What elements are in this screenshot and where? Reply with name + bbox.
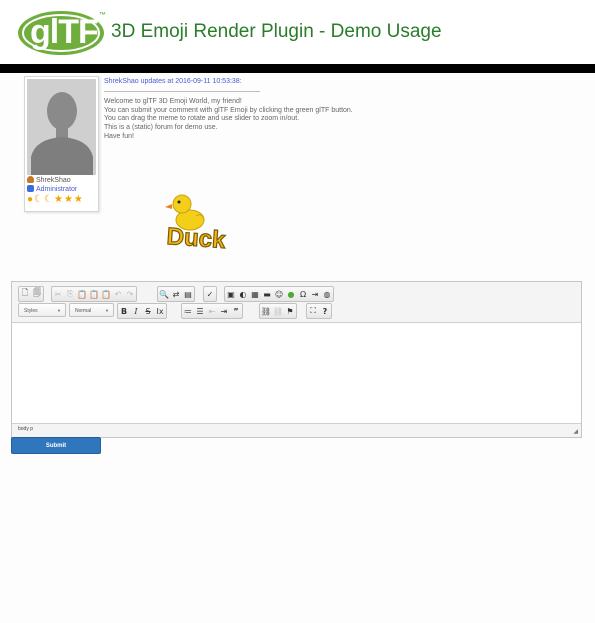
chevron-down-icon: ▼ — [57, 308, 61, 313]
post-line: Welcome to glTF 3D Emoji World, my frien… — [104, 98, 242, 105]
help-icon[interactable]: ? — [319, 305, 331, 317]
post-body: Welcome to glTF 3D Emoji World, my frien… — [104, 98, 353, 142]
user-icon — [27, 176, 34, 183]
redo-icon[interactable]: ↷ — [124, 288, 136, 300]
flash-icon[interactable]: ◐ — [237, 288, 249, 300]
links-group: ⛓ ⛓ ⚑ — [259, 303, 297, 319]
user-rank: ● ☾ ☾ ★ ★ ★ — [27, 195, 83, 205]
moon-icon: ☾ — [44, 194, 53, 205]
username: ShrekShao — [36, 177, 71, 184]
logo-text: glTF — [30, 13, 99, 51]
undo-icon[interactable]: ↶ — [112, 288, 124, 300]
username-row: ShrekShao — [27, 176, 71, 184]
horizontal-rule-icon[interactable]: ▬ — [261, 288, 273, 300]
iframe-icon[interactable]: ◍ — [321, 288, 333, 300]
spellcheck-icon[interactable]: ✓ — [204, 288, 216, 300]
link-icon[interactable]: ⛓ — [260, 305, 272, 317]
star-icon: ★ — [63, 194, 73, 205]
italic-icon[interactable]: I — [130, 305, 142, 317]
admin-badge-icon — [27, 185, 34, 192]
clipboard-group: ✂ ⎘ 📋 📋 📋 ↶ ↷ — [51, 286, 137, 302]
editor-toolbar-top: 🗋 🗐 ✂ ⎘ 📋 📋 📋 ↶ ↷ 🔍 ⇄ ▤ ✓ ▣ ◐ ▦ ▬ ☺ ● Ω — [14, 286, 579, 302]
paste-word-icon[interactable]: 📋 — [100, 288, 112, 300]
avatar-silhouette-icon — [27, 79, 96, 175]
moon-icon: ☾ — [34, 194, 44, 205]
logo-trademark: ™ — [99, 12, 106, 19]
user-role[interactable]: Administrator — [36, 186, 77, 193]
star-icon: ★ — [53, 194, 63, 205]
editing-group: 🔍 ⇄ ▤ — [157, 286, 195, 302]
smiley-icon[interactable]: ☺ — [273, 288, 285, 300]
gltf-emoji-icon[interactable]: ● — [285, 288, 297, 300]
spellcheck-group: ✓ — [203, 286, 217, 302]
paste-icon[interactable]: 📋 — [76, 288, 88, 300]
sun-icon: ● — [27, 194, 34, 205]
editor-content-area[interactable] — [12, 322, 581, 424]
image-icon[interactable]: ▣ — [225, 288, 237, 300]
duck-emoji-label: Duck — [166, 223, 227, 252]
page-break-icon[interactable]: ⇥ — [309, 288, 321, 300]
format-dropdown-label: Normal — [75, 308, 92, 314]
strike-icon[interactable]: S — [142, 305, 154, 317]
page-header: glTF ™ 3D Emoji Render Plugin - Demo Usa… — [0, 0, 595, 64]
duck-emoji[interactable]: Duck — [152, 190, 240, 252]
find-icon[interactable]: 🔍 — [158, 288, 170, 300]
post-line: You can submit your comment with glTF Em… — [104, 106, 353, 114]
page-title: 3D Emoji Render Plugin - Demo Usage — [111, 21, 442, 42]
editor-toolbar-bottom: Styles ▼ Normal ▼ B I S Ix ≔ ☰ ⇤ ⇥ ” ⛓ ⛓… — [14, 303, 579, 319]
remove-format-icon[interactable]: Ix — [154, 305, 166, 317]
preview-icon[interactable]: 🗐 — [31, 288, 43, 300]
star-icon: ★ — [73, 194, 83, 205]
header-divider-bar — [0, 64, 595, 73]
resize-handle-icon[interactable]: ◢ — [573, 428, 578, 435]
blockquote-icon[interactable]: ” — [230, 305, 242, 317]
select-all-icon[interactable]: ▤ — [182, 288, 194, 300]
cut-icon[interactable]: ✂ — [52, 288, 64, 300]
submit-button[interactable]: Submit — [11, 437, 101, 454]
bulleted-list-icon[interactable]: ☰ — [194, 305, 206, 317]
user-role-row: Administrator — [27, 185, 77, 193]
avatar — [27, 79, 96, 175]
new-page-icon[interactable]: 🗋 — [19, 288, 31, 300]
document-group: 🗋 🗐 — [18, 286, 44, 302]
chevron-down-icon: ▼ — [105, 308, 109, 313]
post-divider — [104, 91, 260, 92]
post-header: ShrekShao updates at 2016-09-11 10:53:38… — [104, 78, 242, 85]
paste-text-icon[interactable]: 📋 — [88, 288, 100, 300]
post-line: You can drag the meme to rotate and use … — [104, 115, 300, 123]
replace-icon[interactable]: ⇄ — [170, 288, 182, 300]
indent-icon[interactable]: ⇥ — [218, 305, 230, 317]
paragraph-group: ≔ ☰ ⇤ ⇥ ” — [181, 303, 243, 319]
maximize-icon[interactable]: ⛶ — [307, 305, 319, 317]
anchor-flag-icon[interactable]: ⚑ — [284, 305, 296, 317]
styles-dropdown-label: Styles — [24, 308, 38, 314]
styles-dropdown[interactable]: Styles ▼ — [18, 303, 66, 317]
special-char-icon[interactable]: Ω — [297, 288, 309, 300]
insert-group: ▣ ◐ ▦ ▬ ☺ ● Ω ⇥ ◍ — [224, 286, 334, 302]
format-dropdown[interactable]: Normal ▼ — [69, 303, 114, 317]
numbered-list-icon[interactable]: ≔ — [182, 305, 194, 317]
table-icon[interactable]: ▦ — [249, 288, 261, 300]
outdent-icon[interactable]: ⇤ — [206, 305, 218, 317]
unlink-icon[interactable]: ⛓ — [272, 305, 284, 317]
post-line: Have fun! — [104, 132, 134, 140]
user-profile-card: ShrekShao Administrator ● ☾ ☾ ★ ★ ★ — [24, 76, 99, 212]
basic-styles-group: B I S Ix — [117, 303, 167, 319]
post-line: This is a (static) forum for demo use. — [104, 124, 218, 132]
copy-icon[interactable]: ⎘ — [64, 288, 76, 300]
rich-text-editor: 🗋 🗐 ✂ ⎘ 📋 📋 📋 ↶ ↷ 🔍 ⇄ ▤ ✓ ▣ ◐ ▦ ▬ ☺ ● Ω — [11, 281, 582, 438]
tools-group: ⛶ ? — [306, 303, 332, 319]
bold-icon[interactable]: B — [118, 305, 130, 317]
element-path[interactable]: body p — [18, 426, 33, 432]
